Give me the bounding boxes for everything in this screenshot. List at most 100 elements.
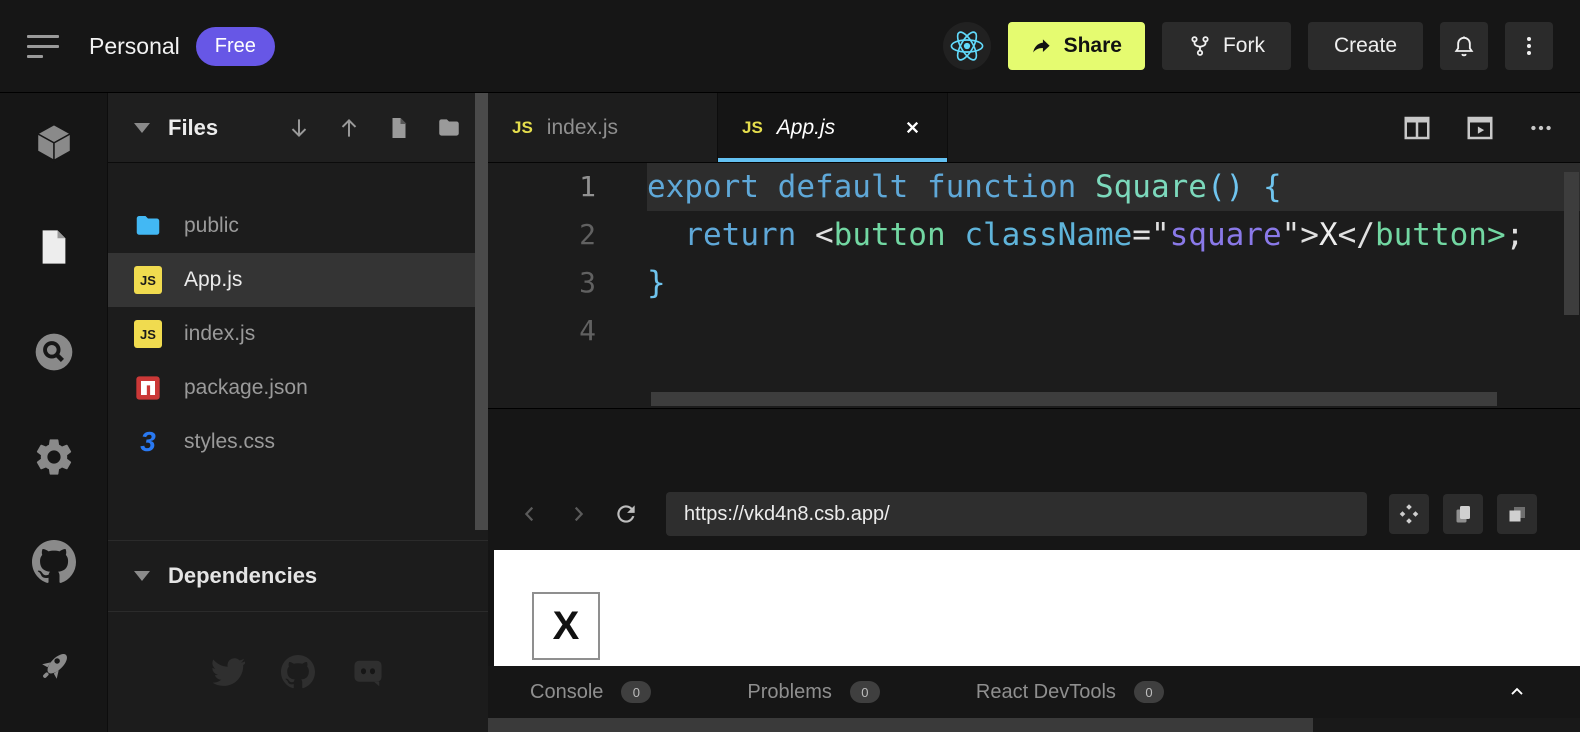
- settings-gear-icon[interactable]: [31, 434, 77, 480]
- devtools-tab[interactable]: React DevTools 0: [976, 681, 1164, 704]
- create-label: Create: [1334, 34, 1397, 58]
- url-input[interactable]: [666, 492, 1367, 536]
- code-line[interactable]: 3 }: [488, 259, 1580, 307]
- bell-icon: [1451, 33, 1477, 59]
- file-name: styles.css: [184, 430, 275, 454]
- share-button[interactable]: Share: [1008, 22, 1145, 70]
- split-view-icon[interactable]: [1402, 113, 1432, 143]
- open-in-new-window-icon[interactable]: [1443, 494, 1483, 534]
- square-button[interactable]: X: [532, 592, 600, 660]
- file-name: public: [184, 214, 239, 238]
- new-folder-button[interactable]: [436, 115, 462, 141]
- line-number: 3: [488, 259, 647, 307]
- header-left: Personal Free: [27, 27, 275, 66]
- code-text: }: [647, 259, 1580, 307]
- line-number: 4: [488, 307, 647, 355]
- header-right: Share Fork Create: [943, 22, 1553, 70]
- code-text: return <button className="square">X</but…: [647, 211, 1580, 259]
- file-explorer-panel: Files public JS App.js JS index.js packa…: [107, 93, 488, 732]
- workspace-name[interactable]: Personal: [89, 33, 180, 60]
- code-text: export default function Square() {: [647, 163, 1580, 211]
- editor-tab[interactable]: JS App.js: [718, 93, 948, 162]
- notifications-button[interactable]: [1440, 22, 1488, 70]
- more-menu-button[interactable]: [1505, 22, 1553, 70]
- file-row[interactable]: 3 styles.css: [108, 415, 488, 469]
- editor-tabbar: JS index.js JS App.js: [488, 93, 1580, 163]
- forward-button[interactable]: [558, 494, 598, 534]
- responsive-mode-icon[interactable]: [1389, 494, 1429, 534]
- horizontal-scrollbar-thumb[interactable]: [488, 718, 1313, 732]
- code-text: [647, 307, 1580, 355]
- file-list: public JS App.js JS index.js package.jso…: [108, 163, 488, 469]
- js-icon: JS: [512, 118, 533, 138]
- deploy-rocket-icon[interactable]: [31, 644, 77, 690]
- expand-devtools-button[interactable]: [1502, 677, 1532, 707]
- discord-icon[interactable]: [348, 652, 388, 692]
- code-editor[interactable]: 1 export default function Square() { 2 r…: [488, 163, 1580, 408]
- upload-icon[interactable]: [336, 115, 362, 141]
- github-icon[interactable]: [31, 539, 77, 585]
- browser-actions: [1389, 494, 1537, 534]
- preview-tabbar: [488, 408, 1580, 478]
- duplicate-preview-icon[interactable]: [1497, 494, 1537, 534]
- devtools-tab-label: React DevTools: [976, 681, 1116, 704]
- kebab-menu-icon: [1517, 34, 1541, 58]
- download-icon[interactable]: [286, 115, 312, 141]
- file-type-icon: JS: [133, 319, 163, 349]
- vertical-scrollbar-thumb[interactable]: [1564, 172, 1579, 315]
- more-options-icon[interactable]: [1528, 115, 1554, 141]
- file-name: index.js: [184, 322, 255, 346]
- fork-button[interactable]: Fork: [1162, 22, 1291, 70]
- devtools-bar: Console 0 Problems 0 React DevTools 0: [488, 666, 1580, 718]
- preview-pane-icon[interactable]: [1465, 113, 1495, 143]
- twitter-icon[interactable]: [208, 652, 248, 692]
- file-row[interactable]: package.json: [108, 361, 488, 415]
- refresh-button[interactable]: [606, 494, 646, 534]
- file-explorer-icon[interactable]: [31, 224, 77, 270]
- fork-label: Fork: [1223, 34, 1265, 58]
- file-type-icon: 3: [133, 427, 163, 457]
- app-body: Files public JS App.js JS index.js packa…: [0, 93, 1580, 732]
- editor-tab[interactable]: JS index.js: [488, 93, 718, 162]
- chevron-down-icon: [134, 571, 150, 581]
- search-icon[interactable]: [31, 329, 77, 375]
- sidebar-scrollbar-thumb[interactable]: [475, 93, 488, 530]
- share-label: Share: [1064, 34, 1122, 58]
- dependencies-title: Dependencies: [168, 563, 317, 589]
- line-number: 2: [488, 211, 647, 259]
- file-type-icon: [133, 373, 163, 403]
- file-row[interactable]: JS App.js: [108, 253, 488, 307]
- code-line[interactable]: 4: [488, 307, 1580, 355]
- file-type-icon: JS: [133, 265, 163, 295]
- file-row[interactable]: public: [108, 199, 488, 253]
- social-links: [108, 612, 488, 732]
- react-logo-icon: [943, 22, 991, 70]
- files-section-header[interactable]: Files: [108, 93, 488, 163]
- code-line[interactable]: 1 export default function Square() {: [488, 163, 1580, 211]
- create-button[interactable]: Create: [1308, 22, 1423, 70]
- menu-button[interactable]: [27, 35, 61, 58]
- devtools-tab[interactable]: Problems 0: [747, 681, 879, 704]
- close-icon[interactable]: [901, 117, 923, 139]
- tab-label: App.js: [777, 116, 835, 140]
- file-row[interactable]: JS index.js: [108, 307, 488, 361]
- github-icon[interactable]: [278, 652, 318, 692]
- activity-rail: [0, 93, 107, 732]
- line-number: 1: [488, 163, 647, 211]
- sandbox-cube-icon[interactable]: [31, 119, 77, 165]
- back-button[interactable]: [510, 494, 550, 534]
- chevron-down-icon: [134, 123, 150, 133]
- devtools-tab[interactable]: Console 0: [530, 681, 651, 704]
- code-line[interactable]: 2 return <button className="square">X</b…: [488, 211, 1580, 259]
- horizontal-scrollbar-thumb[interactable]: [651, 392, 1497, 406]
- editor-main: JS index.js JS App.js 1 export default f…: [488, 93, 1580, 732]
- file-type-icon: [133, 211, 163, 241]
- top-header: Personal Free Share Fork Create: [0, 0, 1580, 93]
- editor-tabs: JS index.js JS App.js: [488, 93, 948, 162]
- dependencies-section-header[interactable]: Dependencies: [108, 540, 488, 612]
- plan-badge: Free: [196, 27, 275, 66]
- files-header-actions: [286, 115, 462, 141]
- new-file-button[interactable]: [386, 115, 412, 141]
- tab-label: index.js: [547, 116, 618, 140]
- devtools-tabs: Console 0 Problems 0 React DevTools 0: [530, 681, 1164, 704]
